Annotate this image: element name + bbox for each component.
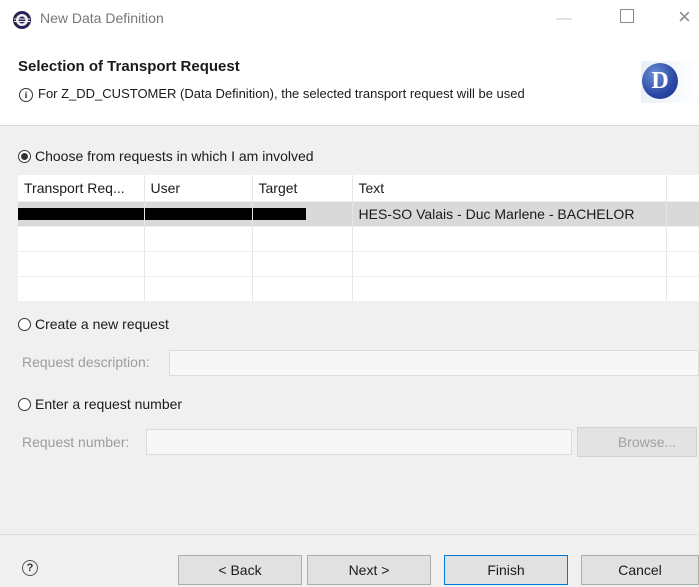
table-row[interactable]: HES-SO Valais - Duc Marlene - BACHELOR bbox=[18, 201, 699, 227]
column-header-text[interactable]: Text bbox=[352, 175, 667, 202]
finish-button[interactable]: Finish bbox=[444, 555, 568, 585]
cell-target bbox=[252, 201, 353, 227]
browse-button[interactable]: Browse... bbox=[577, 427, 697, 457]
header-message: For Z_DD_CUSTOMER (Data Definition), the… bbox=[38, 86, 525, 101]
radio-choose-involved-label: Choose from requests in which I am invol… bbox=[35, 148, 314, 164]
redaction-bar bbox=[144, 208, 251, 220]
cell-user bbox=[144, 201, 253, 227]
option-enter-number[interactable]: Enter a request number bbox=[18, 396, 182, 412]
page-title: Selection of Transport Request bbox=[18, 58, 240, 75]
column-header-filler bbox=[666, 175, 699, 202]
redaction-bar bbox=[18, 208, 143, 220]
wizard-header: Selection of Transport Request i For Z_D… bbox=[0, 40, 699, 126]
info-icon: i bbox=[19, 88, 33, 102]
back-button[interactable]: < Back bbox=[178, 555, 302, 585]
request-number-input[interactable] bbox=[146, 429, 572, 455]
column-header-user[interactable]: User bbox=[144, 175, 253, 202]
table-header: Transport Req... User Target Text bbox=[18, 175, 699, 202]
transport-request-table[interactable]: Transport Req... User Target Text HES-SO… bbox=[18, 175, 699, 301]
radio-choose-involved[interactable] bbox=[18, 149, 31, 163]
option-create-request[interactable]: Create a new request bbox=[18, 316, 169, 332]
maximize-icon[interactable] bbox=[620, 9, 634, 23]
data-definition-icon: D bbox=[642, 63, 678, 99]
request-description-label: Request description: bbox=[22, 354, 150, 370]
title-bar: New Data Definition — × bbox=[0, 0, 699, 40]
redaction-bar bbox=[252, 208, 306, 220]
footer-separator bbox=[0, 534, 699, 535]
request-description-input[interactable] bbox=[169, 350, 699, 376]
option-choose-involved[interactable]: Choose from requests in which I am invol… bbox=[18, 148, 314, 164]
column-header-transport-request[interactable]: Transport Req... bbox=[18, 175, 145, 202]
table-row bbox=[18, 251, 699, 277]
radio-enter-number[interactable] bbox=[18, 397, 31, 411]
table-row bbox=[18, 276, 699, 301]
window-title: New Data Definition bbox=[40, 10, 164, 26]
column-header-target[interactable]: Target bbox=[252, 175, 353, 202]
radio-enter-number-label: Enter a request number bbox=[35, 396, 183, 412]
cell-transport-request bbox=[18, 201, 145, 227]
radio-create-request[interactable] bbox=[18, 317, 31, 331]
cancel-button[interactable]: Cancel bbox=[581, 555, 699, 585]
request-number-label: Request number: bbox=[22, 434, 130, 450]
table-row bbox=[18, 226, 699, 252]
help-icon[interactable]: ? bbox=[22, 560, 38, 576]
wizard-banner: D bbox=[641, 61, 699, 103]
close-icon[interactable]: × bbox=[678, 4, 691, 30]
minimize-icon[interactable]: — bbox=[556, 10, 572, 28]
radio-create-request-label: Create a new request bbox=[35, 316, 169, 332]
next-button[interactable]: Next > bbox=[307, 555, 431, 585]
eclipse-icon bbox=[13, 11, 31, 29]
cell-filler bbox=[666, 201, 699, 227]
cell-text: HES-SO Valais - Duc Marlene - BACHELOR bbox=[352, 201, 667, 227]
